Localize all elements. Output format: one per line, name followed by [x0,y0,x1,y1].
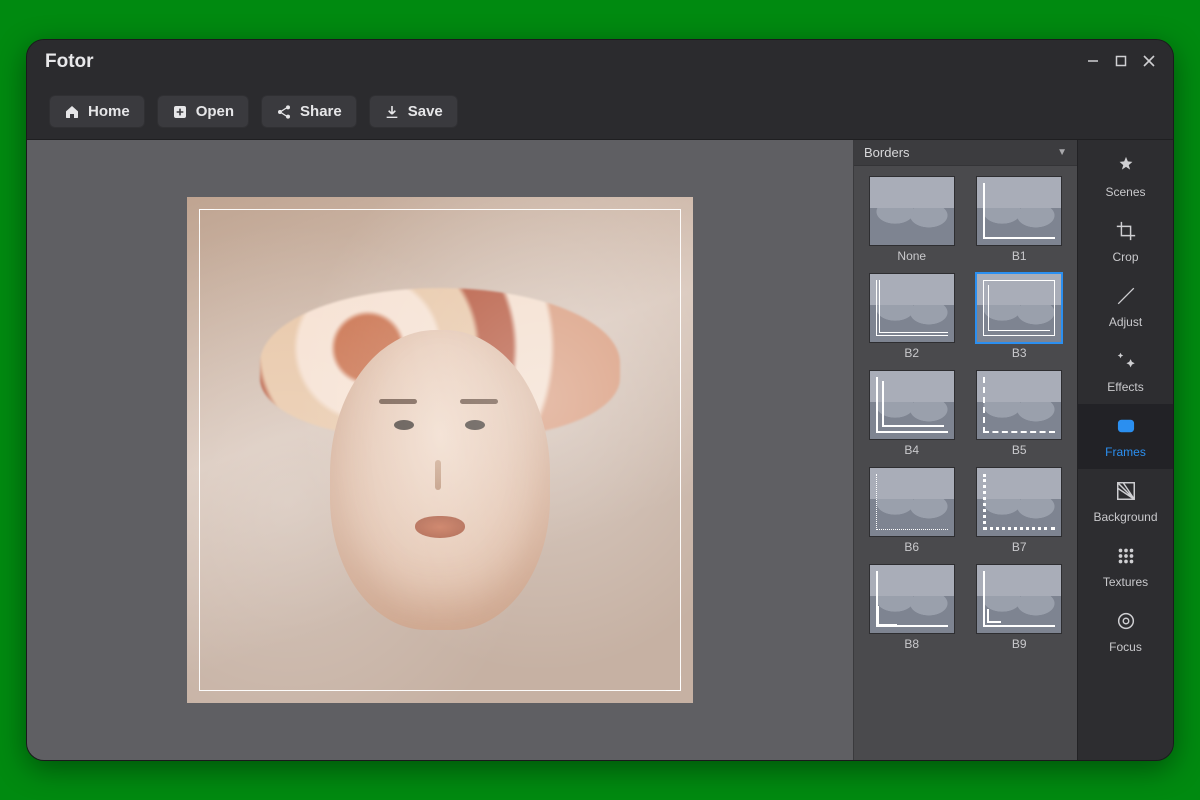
save-label: Save [408,103,443,120]
border-swatch-label: None [897,249,926,263]
border-swatch-label: B1 [1012,249,1027,263]
border-thumb [869,176,955,246]
adjust-icon [1115,285,1137,310]
share-icon [276,104,292,120]
rail-label: Crop [1112,250,1138,264]
rail-label: Scenes [1105,185,1145,199]
rail-frames[interactable]: Frames [1078,404,1173,469]
rail-label: Adjust [1109,315,1142,329]
border-swatch-b7[interactable]: B7 [972,467,1068,554]
border-swatch-b9[interactable]: B9 [972,564,1068,651]
titlebar: Fotor [27,40,1173,84]
border-swatch-label: B8 [904,637,919,651]
window-controls [1087,54,1155,70]
rail-label: Textures [1103,575,1148,589]
canvas-area[interactable] [27,140,853,760]
border-swatch-b4[interactable]: B4 [864,370,960,457]
save-button[interactable]: Save [369,95,458,128]
rail-adjust[interactable]: Adjust [1078,274,1173,339]
border-thumb [976,273,1062,343]
border-swatch-label: B9 [1012,637,1027,651]
border-swatch-label: B4 [904,443,919,457]
home-button[interactable]: Home [49,95,145,128]
border-swatch-b1[interactable]: B1 [972,176,1068,263]
rail-focus[interactable]: Focus [1078,599,1173,664]
minimize-button[interactable] [1087,54,1099,70]
download-icon [384,104,400,120]
collapse-icon: ▼ [1057,147,1067,158]
toolbar: Home Open Share Save [27,84,1173,140]
rail-effects[interactable]: Effects [1078,339,1173,404]
border-swatch-label: B5 [1012,443,1027,457]
rail-label: Effects [1107,380,1143,394]
frames-icon [1115,415,1137,440]
borders-panel-header[interactable]: Borders ▼ [854,140,1077,166]
rail-label: Frames [1105,445,1146,459]
borders-panel-title: Borders [864,145,910,160]
border-swatch-b3[interactable]: B3 [972,273,1068,360]
rail-crop[interactable]: Crop [1078,209,1173,274]
share-button[interactable]: Share [261,95,357,128]
border-thumb [869,564,955,634]
focus-icon [1115,610,1137,635]
scenes-icon [1115,155,1137,180]
borders-panel: Borders ▼ None B1 B2 B3 B4 B5 B6 B7 B8 B9 [853,140,1077,760]
maximize-button[interactable] [1115,54,1127,70]
tool-rail: Scenes Crop Adjust Effects Frames Background T… [1077,140,1173,760]
border-thumb [869,370,955,440]
background-icon [1115,480,1137,505]
rail-scenes[interactable]: Scenes [1078,144,1173,209]
rail-background[interactable]: Background [1078,469,1173,534]
border-swatch-label: B3 [1012,346,1027,360]
border-swatch-b8[interactable]: B8 [864,564,960,651]
border-thumb [869,467,955,537]
border-thumb [976,467,1062,537]
image-canvas[interactable] [187,197,693,703]
rail-label: Background [1093,510,1157,524]
border-thumb [869,273,955,343]
border-swatch-b6[interactable]: B6 [864,467,960,554]
home-label: Home [88,103,130,120]
border-thumb [976,176,1062,246]
app-title: Fotor [45,51,94,73]
effects-icon [1115,350,1137,375]
border-swatch-b5[interactable]: B5 [972,370,1068,457]
border-swatch-label: B6 [904,540,919,554]
border-thumb [976,564,1062,634]
home-icon [64,104,80,120]
open-label: Open [196,103,234,120]
textures-icon [1115,545,1137,570]
main-area: Borders ▼ None B1 B2 B3 B4 B5 B6 B7 B8 B9 Scenes C… [27,140,1173,760]
border-swatch-label: B2 [904,346,919,360]
close-button[interactable] [1143,54,1155,70]
border-swatch-label: B7 [1012,540,1027,554]
share-label: Share [300,103,342,120]
border-thumb [976,370,1062,440]
borders-grid[interactable]: None B1 B2 B3 B4 B5 B6 B7 B8 B9 [854,166,1077,760]
rail-label: Focus [1109,640,1142,654]
plus-file-icon [172,104,188,120]
border-swatch-b2[interactable]: B2 [864,273,960,360]
crop-icon [1115,220,1137,245]
open-button[interactable]: Open [157,95,249,128]
app-window: Fotor Home Open Share [26,39,1174,761]
border-swatch-none[interactable]: None [864,176,960,263]
rail-textures[interactable]: Textures [1078,534,1173,599]
